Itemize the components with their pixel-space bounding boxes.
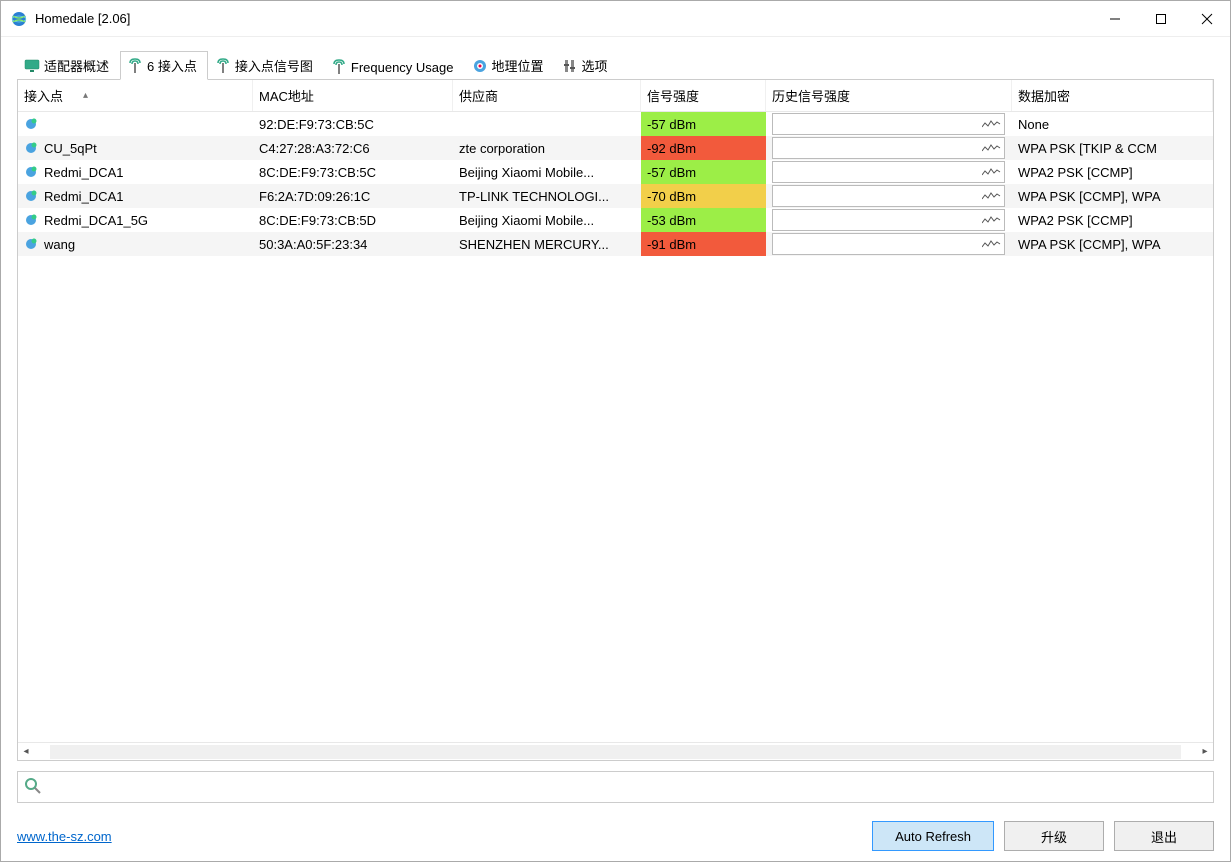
encryption: WPA PSK [TKIP & CCM [1012, 136, 1213, 160]
column-header-2[interactable]: 供应商 [453, 80, 641, 111]
signal-history [766, 184, 1012, 208]
signal-history [766, 160, 1012, 184]
signal-history [766, 112, 1012, 136]
signal-strength: -57 dBm [641, 112, 766, 136]
scroll-track[interactable] [50, 745, 1181, 759]
sort-indicator-icon: ▴ [83, 90, 88, 101]
column-header-5[interactable]: 数据加密 [1012, 80, 1213, 111]
titlebar[interactable]: Homedale [2.06] [1, 1, 1230, 37]
website-link[interactable]: www.the-sz.com [17, 829, 112, 844]
minimize-button[interactable] [1092, 1, 1138, 36]
signal-strength: -53 dBm [641, 208, 766, 232]
signal-strength: -91 dBm [641, 232, 766, 256]
upgrade-button[interactable]: 升级 [1004, 821, 1104, 851]
tab-label: 6 接入点 [147, 56, 197, 75]
wifi-ap-icon [24, 213, 38, 227]
tools-icon [562, 58, 578, 74]
vendor [453, 112, 641, 136]
vendor: Beijing Xiaomi Mobile... [453, 208, 641, 232]
tab-label: 选项 [582, 56, 608, 75]
scroll-left-button[interactable]: ◂ [18, 744, 34, 760]
mac-address: 92:DE:F9:73:CB:5C [253, 112, 453, 136]
mac-address: 8C:DE:F9:73:CB:5C [253, 160, 453, 184]
column-header-1[interactable]: MAC地址 [253, 80, 453, 111]
antenna-icon [127, 58, 143, 74]
tab-0[interactable]: 适配器概述 [17, 51, 120, 80]
search-icon [24, 777, 42, 798]
grid-header: 接入点▴MAC地址供应商信号强度历史信号强度数据加密 [18, 80, 1213, 112]
encryption: WPA2 PSK [CCMP] [1012, 160, 1213, 184]
tab-label: 接入点信号图 [235, 56, 313, 75]
table-row[interactable]: Redmi_DCA1 F6:2A:7D:09:26:1CTP-LINK TECHN… [18, 184, 1213, 208]
grid-body: 92:DE:F9:73:CB:5C -57 dBm None CU_5qPt C4:27… [18, 112, 1213, 742]
signal-strength: -92 dBm [641, 136, 766, 160]
mac-address: 8C:DE:F9:73:CB:5D [253, 208, 453, 232]
encryption: None [1012, 112, 1213, 136]
app-icon [11, 11, 27, 27]
tab-bar: 适配器概述 6 接入点 接入点信号图 Frequency Usage 地理位置 选项 [17, 51, 1214, 80]
mac-address: F6:2A:7D:09:26:1C [253, 184, 453, 208]
table-row[interactable]: wang 50:3A:A0:5F:23:34SHENZHEN MERCURY...… [18, 232, 1213, 256]
signal-history [766, 232, 1012, 256]
auto-refresh-button[interactable]: Auto Refresh [872, 821, 994, 851]
search-box[interactable] [17, 771, 1214, 803]
footer: www.the-sz.com Auto Refresh 升级 退出 [1, 811, 1230, 861]
encryption: WPA PSK [CCMP], WPA [1012, 232, 1213, 256]
wifi-ap-icon [24, 189, 38, 203]
window-controls [1092, 1, 1230, 36]
tab-1[interactable]: 6 接入点 [120, 51, 208, 80]
tab-label: 适配器概述 [44, 56, 109, 75]
signal-strength: -57 dBm [641, 160, 766, 184]
exit-button[interactable]: 退出 [1114, 821, 1214, 851]
content-area: 适配器概述 6 接入点 接入点信号图 Frequency Usage 地理位置 选项 接入… [1, 37, 1230, 811]
tab-2[interactable]: 接入点信号图 [208, 51, 324, 80]
ap-grid: 接入点▴MAC地址供应商信号强度历史信号强度数据加密 92:DE:F9:73:C… [18, 80, 1213, 760]
maximize-button[interactable] [1138, 1, 1184, 36]
table-row[interactable]: CU_5qPt C4:27:28:A3:72:C6zte corporation-… [18, 136, 1213, 160]
scroll-right-button[interactable]: ▸ [1197, 744, 1213, 760]
horizontal-scrollbar[interactable]: ◂ ▸ [18, 742, 1213, 760]
column-header-4[interactable]: 历史信号强度 [766, 80, 1012, 111]
ap-name: wang [44, 237, 75, 252]
vendor: Beijing Xiaomi Mobile... [453, 160, 641, 184]
signal-history [766, 208, 1012, 232]
table-row[interactable]: Redmi_DCA1 8C:DE:F9:73:CB:5CBeijing Xiaom… [18, 160, 1213, 184]
column-header-3[interactable]: 信号强度 [641, 80, 766, 111]
mac-address: C4:27:28:A3:72:C6 [253, 136, 453, 160]
app-window: Homedale [2.06] 适配器概述 6 接入点 接入点信号图 Frequenc… [0, 0, 1231, 862]
antenna-icon [215, 58, 231, 74]
vendor: zte corporation [453, 136, 641, 160]
wifi-ap-icon [24, 165, 38, 179]
signal-history [766, 136, 1012, 160]
tab-label: Frequency Usage [351, 60, 454, 75]
wifi-ap-icon [24, 237, 38, 251]
table-row[interactable]: 92:DE:F9:73:CB:5C -57 dBm None [18, 112, 1213, 136]
antenna-icon [331, 59, 347, 75]
vendor: TP-LINK TECHNOLOGI... [453, 184, 641, 208]
encryption: WPA PSK [CCMP], WPA [1012, 184, 1213, 208]
wifi-ap-icon [24, 117, 38, 131]
tab-3[interactable]: Frequency Usage [324, 54, 465, 80]
tab-label: 地理位置 [492, 56, 544, 75]
window-title: Homedale [2.06] [35, 11, 1092, 26]
ap-name: Redmi_DCA1_5G [44, 213, 148, 228]
globe-pin-icon [472, 58, 488, 74]
vendor: SHENZHEN MERCURY... [453, 232, 641, 256]
wifi-ap-icon [24, 141, 38, 155]
tab-4[interactable]: 地理位置 [465, 51, 555, 80]
column-header-0[interactable]: 接入点▴ [18, 80, 253, 111]
close-button[interactable] [1184, 1, 1230, 36]
ap-name: Redmi_DCA1 [44, 165, 123, 180]
tab-5[interactable]: 选项 [555, 51, 619, 80]
mac-address: 50:3A:A0:5F:23:34 [253, 232, 453, 256]
main-panel: 接入点▴MAC地址供应商信号强度历史信号强度数据加密 92:DE:F9:73:C… [17, 79, 1214, 761]
monitor-icon [24, 58, 40, 74]
ap-name: CU_5qPt [44, 141, 97, 156]
signal-strength: -70 dBm [641, 184, 766, 208]
ap-name: Redmi_DCA1 [44, 189, 123, 204]
search-input[interactable] [46, 780, 1207, 795]
encryption: WPA2 PSK [CCMP] [1012, 208, 1213, 232]
table-row[interactable]: Redmi_DCA1_5G 8C:DE:F9:73:CB:5DBeijing Xi… [18, 208, 1213, 232]
